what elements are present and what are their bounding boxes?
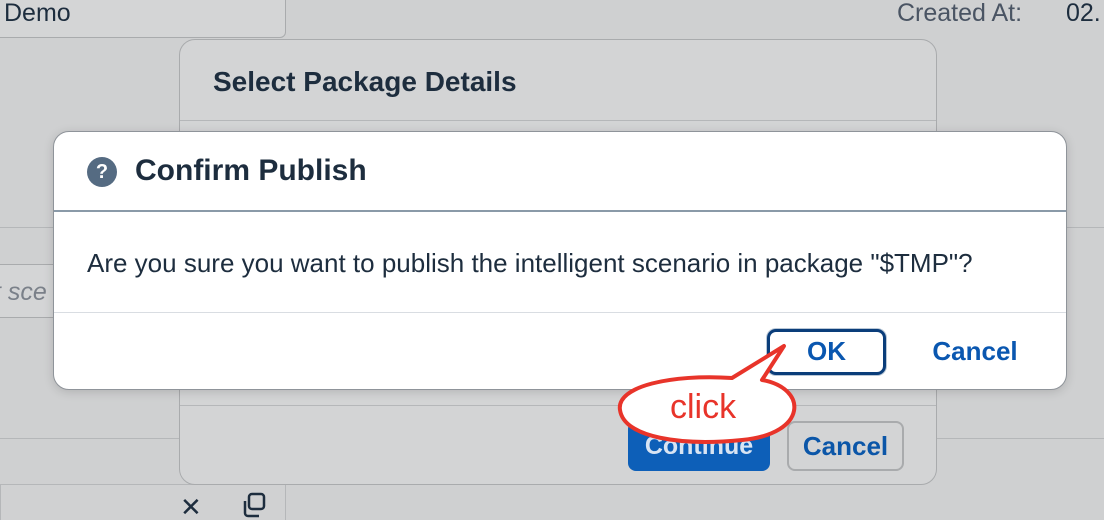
dialog-title: Confirm Publish	[135, 154, 367, 187]
dialog-footer-separator	[180, 405, 936, 406]
created-at-value: 02.	[1066, 0, 1101, 27]
confirm-publish-dialog: ? Confirm Publish Are you sure you want …	[53, 131, 1067, 390]
dialog-header-separator	[180, 120, 936, 121]
divider	[0, 438, 180, 439]
created-at-label: Created At:	[897, 0, 1023, 27]
question-icon: ?	[87, 157, 117, 187]
close-icon[interactable]: ✕	[180, 492, 202, 520]
dialog-message: Are you sure you want to publish the int…	[87, 248, 973, 278]
dialog-footer-separator	[54, 312, 1066, 313]
divider	[0, 227, 60, 228]
copy-icon[interactable]	[240, 492, 268, 520]
cancel-button[interactable]: Cancel	[912, 329, 1038, 375]
description-input-text: t sce	[0, 278, 47, 306]
name-field-value: Demo	[4, 0, 71, 27]
dialog-title: Select Package Details	[213, 66, 517, 97]
callout-text: click	[670, 388, 737, 426]
divider	[937, 438, 1104, 439]
divider	[1066, 227, 1104, 228]
dialog-header: ? Confirm Publish	[54, 132, 1066, 212]
